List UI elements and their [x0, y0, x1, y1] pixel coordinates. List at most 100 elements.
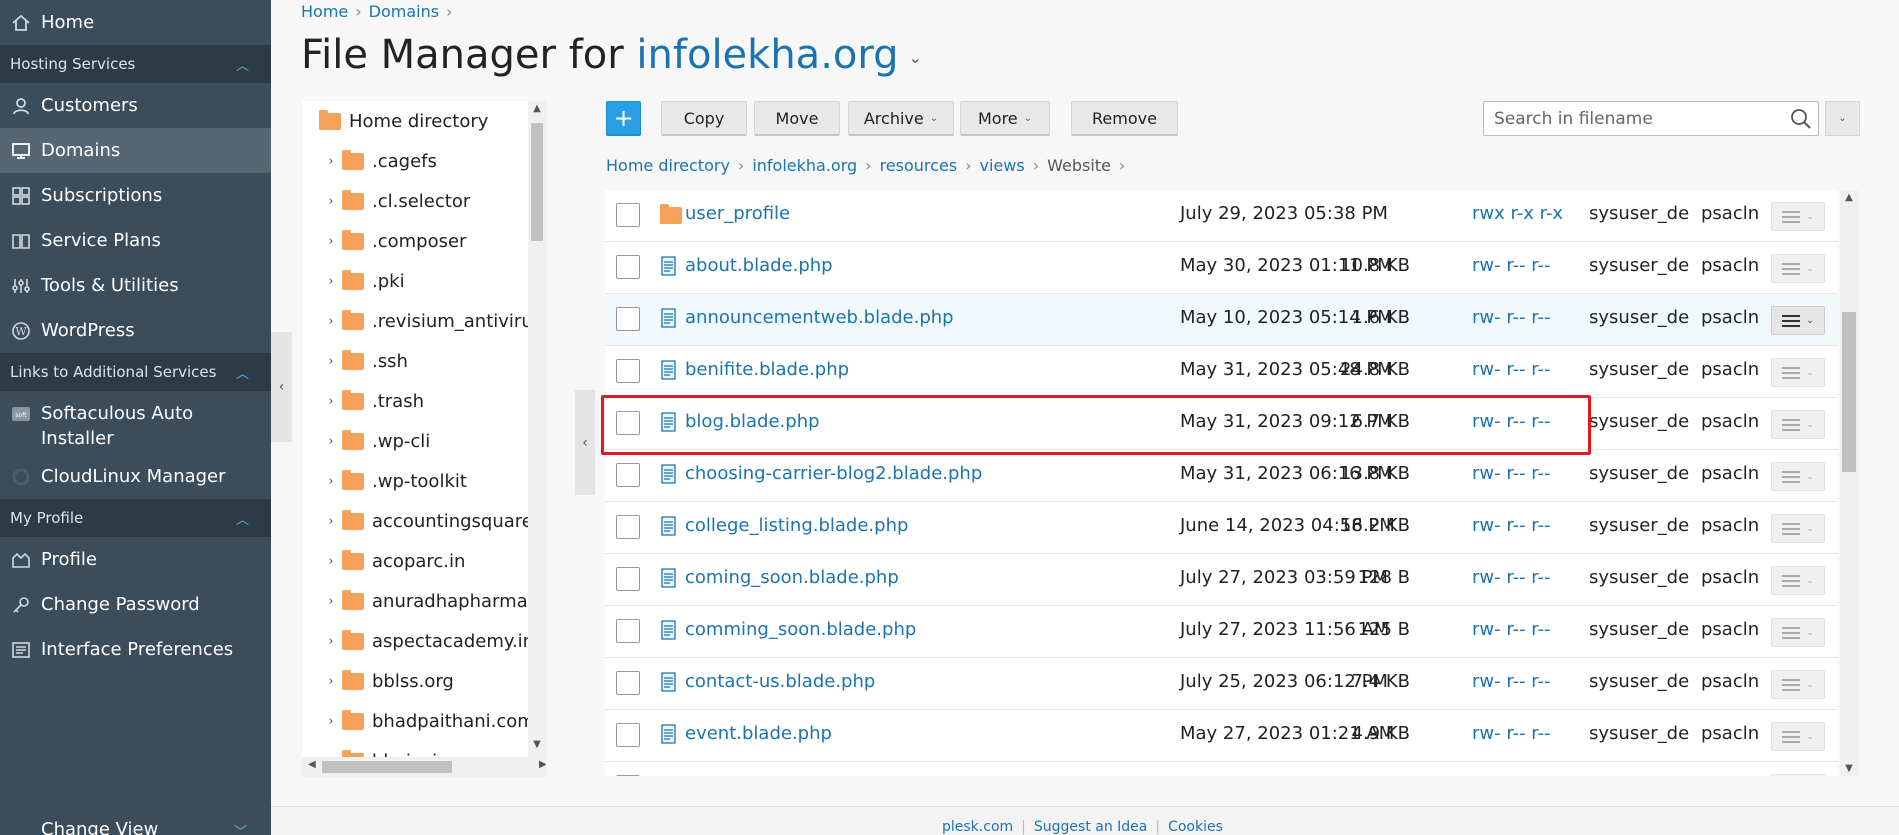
row-actions-button[interactable]: ⌄ — [1771, 774, 1825, 776]
scrollbar-thumb[interactable] — [1842, 312, 1856, 472]
tree-item[interactable]: › .cagefs — [320, 141, 437, 181]
row-actions-button[interactable]: ⌄ — [1771, 254, 1825, 283]
file-name[interactable]: college_listing.blade.php — [685, 515, 908, 536]
nav-tools[interactable]: Tools & Utilities — [0, 263, 271, 308]
nav-wordpress[interactable]: W WordPress — [0, 308, 271, 353]
chevron-right-icon[interactable]: › — [320, 234, 342, 249]
tree-vertical-scrollbar[interactable]: ▲ ▼ — [528, 101, 546, 757]
row-checkbox[interactable] — [616, 671, 640, 695]
panel-split-handle[interactable]: ‹ — [575, 390, 595, 495]
tree-item[interactable]: › anuradhapharmacyd — [320, 581, 528, 621]
tree-item[interactable]: › bblss.org — [320, 661, 454, 701]
nav-subscriptions[interactable]: Subscriptions — [0, 173, 271, 218]
path-domain[interactable]: infolekha.org — [752, 156, 857, 175]
file-name[interactable]: benifite.blade.php — [685, 359, 849, 380]
file-permissions[interactable]: rw- r-- r-- — [1472, 307, 1551, 328]
path-resources[interactable]: resources — [880, 156, 958, 175]
file-permissions[interactable]: rwx r-x r-x — [1472, 203, 1563, 224]
search-icon[interactable] — [1790, 108, 1811, 129]
tree-item[interactable]: › .wp-toolkit — [320, 461, 467, 501]
file-row[interactable]: benifite.blade.php May 31, 2023 05:48 PM 2… — [605, 346, 1838, 398]
file-permissions[interactable]: rw- r-- r-- — [1472, 723, 1551, 744]
footer-cookies-link[interactable]: Cookies — [1168, 819, 1223, 835]
nav-change-password[interactable]: Change Password — [0, 582, 271, 627]
tree-item[interactable]: › acoparc.in — [320, 541, 465, 581]
nav-softaculous[interactable]: soft Softaculous Auto Installer — [0, 391, 271, 454]
row-checkbox[interactable] — [616, 255, 640, 279]
breadcrumb-domains[interactable]: Domains — [369, 2, 439, 21]
nav-profile[interactable]: Profile — [0, 537, 271, 582]
footer-plesk-link[interactable]: plesk.com — [942, 819, 1013, 835]
row-checkbox[interactable] — [616, 203, 640, 227]
tree-item[interactable]: ›bhaiyyj — [320, 741, 437, 757]
tree-item[interactable]: › aspectacademy.in — [320, 621, 528, 661]
chevron-right-icon[interactable]: › — [320, 474, 342, 489]
chevron-right-icon[interactable]: › — [320, 554, 342, 569]
chevron-right-icon[interactable]: › — [320, 154, 342, 169]
scroll-left-icon[interactable]: ◀ — [308, 759, 316, 770]
footer-suggest-link[interactable]: Suggest an Idea — [1034, 819, 1148, 835]
nav-interface-preferences[interactable]: Interface Preferences — [0, 627, 271, 672]
row-actions-button[interactable]: ⌄ — [1771, 202, 1825, 231]
nav-change-view[interactable]: Change View ﹀ — [10, 818, 247, 835]
move-button[interactable]: Move — [754, 101, 840, 136]
file-name[interactable]: index.blade.php — [685, 775, 830, 776]
file-permissions[interactable]: rw- r-- r-- — [1472, 775, 1551, 776]
archive-button[interactable]: Archive ⌄ — [848, 101, 954, 136]
chevron-right-icon[interactable]: › — [320, 394, 342, 409]
scroll-up-icon[interactable]: ▲ — [1840, 192, 1858, 203]
tree-item[interactable]: › .wp-cli — [320, 421, 430, 461]
file-permissions[interactable]: rw- r-- r-- — [1472, 619, 1551, 640]
nav-cloudlinux[interactable]: CloudLinux Manager — [0, 454, 271, 499]
row-actions-button[interactable]: ⌄ — [1771, 618, 1825, 647]
path-home[interactable]: Home directory — [606, 156, 730, 175]
tree-item[interactable]: › .ssh — [320, 341, 408, 381]
row-checkbox[interactable] — [616, 723, 640, 747]
row-checkbox[interactable] — [616, 463, 640, 487]
file-name[interactable]: event.blade.php — [685, 723, 832, 744]
nav-customers[interactable]: Customers — [0, 83, 271, 128]
tree-item[interactable]: › .cl.selector — [320, 181, 470, 221]
file-row[interactable]: college_listing.blade.php June 14, 2023 0… — [605, 502, 1838, 554]
row-checkbox[interactable] — [616, 567, 640, 591]
file-row[interactable]: announcementweb.blade.php May 10, 2023 05… — [605, 294, 1838, 346]
file-permissions[interactable]: rw- r-- r-- — [1472, 515, 1551, 536]
file-list-scrollbar[interactable]: ▲ ▼ — [1840, 190, 1858, 776]
row-checkbox[interactable] — [616, 307, 640, 331]
nav-domains[interactable]: Domains — [0, 128, 271, 173]
file-row[interactable]: event.blade.php May 27, 2023 01:21 AM 4.9 … — [605, 710, 1838, 762]
path-views[interactable]: views — [980, 156, 1025, 175]
chevron-right-icon[interactable]: › — [320, 714, 342, 729]
copy-button[interactable]: Copy — [661, 101, 747, 136]
file-row[interactable]: comming_soon.blade.php July 27, 2023 11:5… — [605, 606, 1838, 658]
row-actions-button[interactable]: ⌄ — [1771, 462, 1825, 491]
file-permissions[interactable]: rw- r-- r-- — [1472, 567, 1551, 588]
scrollbar-thumb[interactable] — [531, 123, 543, 241]
row-checkbox[interactable] — [616, 775, 640, 776]
file-row[interactable]: coming_soon.blade.php July 27, 2023 03:59… — [605, 554, 1838, 606]
tree-item[interactable]: › .pki — [320, 261, 405, 301]
file-name[interactable]: about.blade.php — [685, 255, 833, 276]
breadcrumb-home[interactable]: Home — [301, 2, 348, 21]
remove-button[interactable]: Remove — [1071, 101, 1178, 136]
chevron-right-icon[interactable]: › — [320, 514, 342, 529]
tree-root[interactable]: Home directory — [319, 101, 488, 141]
row-actions-button[interactable]: ⌄ — [1771, 722, 1825, 751]
search-options-button[interactable]: ⌄ — [1825, 101, 1860, 136]
file-row[interactable]: about.blade.php May 30, 2023 01:11 PM 10.8… — [605, 242, 1838, 294]
more-button[interactable]: More ⌄ — [960, 101, 1050, 136]
chevron-right-icon[interactable]: › — [320, 194, 342, 209]
file-name[interactable]: choosing-carrier-blog2.blade.php — [685, 463, 982, 484]
file-permissions[interactable]: rw- r-- r-- — [1472, 671, 1551, 692]
row-actions-button[interactable]: ⌄ — [1771, 358, 1825, 387]
file-row[interactable]: index.blade.phpJune 21, 2023 05:50 PM20.… — [605, 762, 1838, 776]
chevron-right-icon[interactable]: › — [320, 274, 342, 289]
row-checkbox[interactable] — [616, 515, 640, 539]
page-title-domain[interactable]: infolekha.org — [636, 32, 898, 78]
row-actions-button[interactable]: ⌄ — [1771, 306, 1825, 335]
chevron-right-icon[interactable]: › — [320, 594, 342, 609]
file-name[interactable]: coming_soon.blade.php — [685, 567, 899, 588]
tree-item[interactable]: › .composer — [320, 221, 466, 261]
file-permissions[interactable]: rw- r-- r-- — [1472, 359, 1551, 380]
row-checkbox[interactable] — [616, 619, 640, 643]
